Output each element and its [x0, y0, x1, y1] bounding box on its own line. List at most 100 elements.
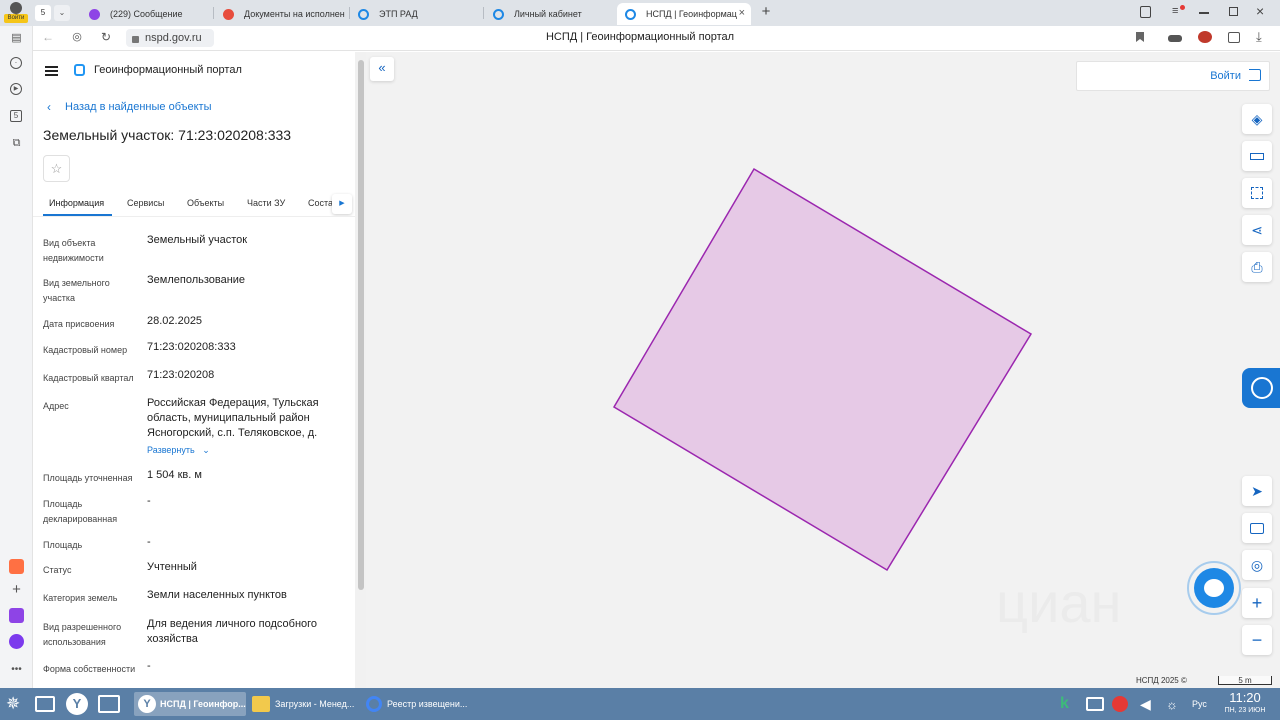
file-manager-icon[interactable]: [98, 692, 120, 716]
volume-icon[interactable]: ◀: [1140, 692, 1151, 716]
map-copyright: НСПД 2025 ©: [1136, 676, 1187, 685]
tab-list-dropdown[interactable]: ⌄: [54, 5, 70, 21]
field-label: Форма собственности: [43, 664, 136, 674]
collections-icon[interactable]: [1140, 6, 1151, 18]
profile-login-badge: Войти: [4, 14, 28, 23]
url-text: nspd.gov.ru: [145, 32, 202, 44]
tab-counter[interactable]: 5: [35, 5, 51, 21]
extension-icon[interactable]: [1168, 35, 1182, 42]
extension-icon-2[interactable]: [1198, 31, 1212, 43]
tab-objects[interactable]: Объекты: [187, 198, 224, 208]
taskbar-item-downloads[interactable]: Загрузки - Менед...: [252, 692, 360, 716]
tabs-row: Информация Сервисы Объекты Части ЗУ Сост…: [33, 191, 366, 217]
taskbar-item-label: Загрузки - Менед...: [275, 699, 355, 709]
profile-avatar[interactable]: Войти: [4, 2, 28, 24]
zoom-in-button[interactable]: +: [1242, 588, 1272, 618]
bookmark-icon[interactable]: [1136, 32, 1144, 42]
tabs-icon[interactable]: ▤: [9, 31, 24, 46]
add-icon[interactable]: +: [9, 582, 24, 597]
portal-title: Геоинформационный портал: [94, 64, 242, 76]
ruler-icon: [1250, 152, 1264, 160]
kaspersky-tray-icon[interactable]: k: [1060, 692, 1069, 716]
tabs-scroll-right-button[interactable]: ▶: [332, 194, 352, 214]
close-window-icon[interactable]: ×: [1256, 3, 1268, 19]
expand-address-link[interactable]: Развернуть ⌄: [147, 445, 210, 456]
profile-icon: [10, 2, 22, 14]
reload-icon[interactable]: ↻: [98, 30, 114, 44]
tray-expand-icon[interactable]: ☼: [1166, 692, 1178, 716]
new-tab-button[interactable]: +: [758, 3, 774, 21]
zoom-out-button[interactable]: −: [1242, 625, 1272, 655]
download-icon[interactable]: ⤓: [1256, 29, 1270, 45]
field-value: 71:23:020208: [147, 369, 215, 381]
favorite-button[interactable]: ☆: [43, 155, 70, 182]
globe-icon: [358, 8, 369, 20]
back-to-results-link[interactable]: Назад в найденные объекты: [65, 101, 212, 113]
tab-land-parts[interactable]: Части ЗУ: [247, 198, 285, 208]
minimize-icon[interactable]: [1199, 12, 1209, 14]
tab-etp-rad[interactable]: ЭТП РАД: [350, 3, 483, 25]
maximize-icon[interactable]: [1229, 7, 1238, 16]
plus-icon: +: [1251, 592, 1263, 613]
geolocation-button[interactable]: ➤: [1242, 476, 1272, 506]
scrollbar-thumb[interactable]: [358, 60, 364, 590]
layers-button[interactable]: ◈: [1242, 104, 1272, 134]
taskbar-item-nspd[interactable]: Y НСПД | Геоинфор...: [134, 692, 246, 716]
tab-information[interactable]: Информация: [49, 198, 104, 208]
field-label: Площадь декларированная: [43, 499, 118, 524]
play-icon[interactable]: ▶: [10, 83, 22, 95]
screenshot-icon[interactable]: ⧉: [9, 136, 24, 151]
close-tab-icon[interactable]: ×: [739, 7, 745, 19]
chat-button[interactable]: [1187, 561, 1241, 615]
tab-nspd[interactable]: НСПД | Геоинформац ×: [617, 3, 751, 25]
network-tray-icon[interactable]: [1086, 692, 1104, 716]
panel-scrollbar[interactable]: [355, 52, 366, 688]
messenger-icon: [89, 8, 100, 20]
expand-link-label: Развернуть: [147, 445, 195, 455]
minimap-button[interactable]: [1242, 513, 1272, 543]
assistant-button[interactable]: [1242, 368, 1280, 408]
field-value: Учтенный: [147, 561, 197, 573]
back-arrow-icon[interactable]: ←: [40, 30, 56, 44]
more-icon[interactable]: •••: [9, 662, 24, 677]
object-info-panel: Геоинформационный портал ‹ Назад в найде…: [33, 52, 366, 688]
window-switch-icon[interactable]: [35, 692, 55, 716]
shop-app-icon[interactable]: [9, 608, 24, 623]
field-value: 1 504 кв. м: [147, 469, 202, 481]
tab-composition[interactable]: Соста: [308, 198, 333, 208]
map-view[interactable]: « циан Войти ◈ ⋖ ⎙ ➤ ◎ + − НСПД 2025 © 5…: [366, 52, 1280, 688]
back-chevron-icon[interactable]: ‹: [47, 100, 51, 114]
select-area-button[interactable]: [1242, 178, 1272, 208]
tab-label: Документы на исполнен: [244, 9, 345, 19]
number-icon[interactable]: 5: [10, 110, 22, 122]
mail-app-icon[interactable]: [9, 559, 24, 574]
language-indicator[interactable]: Рус: [1192, 692, 1207, 716]
field-label: Дата присвоения: [43, 319, 115, 329]
clock[interactable]: 11:20 ПН, 23 ИЮН: [1216, 691, 1274, 716]
share-button[interactable]: ⋖: [1242, 215, 1272, 245]
tab-personal-cabinet[interactable]: Личный кабинет: [485, 3, 615, 25]
tab-documents[interactable]: Документы на исполнен: [215, 3, 348, 25]
hamburger-menu-icon[interactable]: [45, 66, 58, 76]
app-tray-icon[interactable]: [1112, 692, 1128, 716]
history-icon[interactable]: ·: [10, 57, 22, 69]
minus-icon: −: [1251, 629, 1263, 650]
ruler-button[interactable]: [1242, 141, 1272, 171]
protect-icon[interactable]: ◎: [69, 30, 85, 43]
taskbar-item-registry[interactable]: Реестр извещени...: [366, 692, 476, 716]
tab-services[interactable]: Сервисы: [127, 198, 164, 208]
field-value: -: [147, 495, 151, 507]
tab-messages[interactable]: (229) Сообщение: [81, 3, 211, 25]
field-label: Статус: [43, 565, 72, 575]
yandex-browser-icon[interactable]: Y: [66, 692, 88, 716]
login-button[interactable]: Войти: [1076, 61, 1270, 91]
start-menu-icon[interactable]: ✵: [6, 692, 20, 716]
location-search-button[interactable]: ◎: [1242, 550, 1272, 580]
taskbar-item-label: Реестр извещени...: [387, 699, 468, 709]
print-button[interactable]: ⎙: [1242, 252, 1272, 282]
alice-app-icon[interactable]: [9, 634, 24, 649]
url-field[interactable]: nspd.gov.ru: [126, 29, 214, 47]
browser-tab-strip: Войти 5 ⌄ (229) Сообщение Документы на и…: [0, 0, 1280, 26]
land-parcel-polygon[interactable]: [612, 167, 1033, 572]
share-icon[interactable]: [1228, 32, 1240, 43]
